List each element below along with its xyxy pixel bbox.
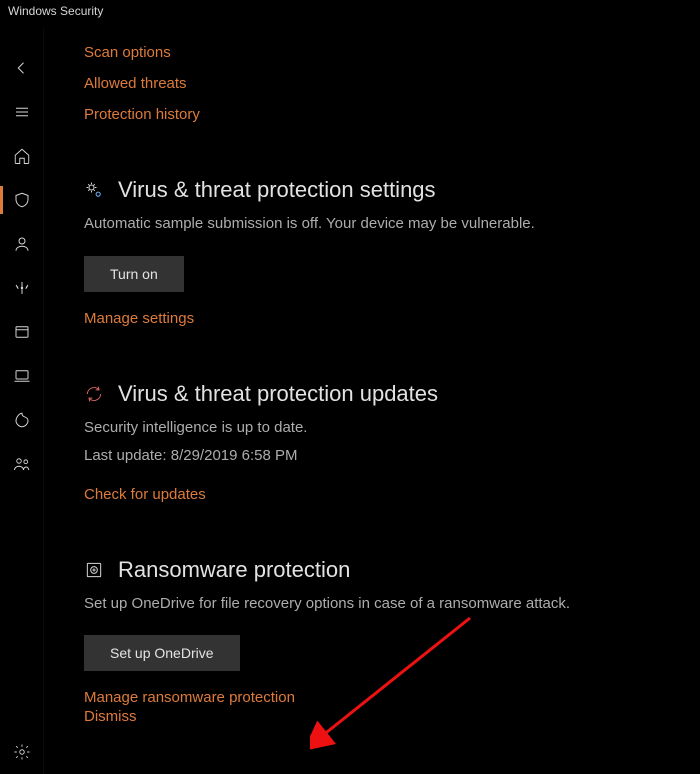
settings-desc: Automatic sample submission is off. Your… bbox=[84, 213, 674, 236]
nav-firewall[interactable] bbox=[0, 266, 44, 310]
back-button[interactable] bbox=[0, 46, 44, 90]
nav-device-performance[interactable] bbox=[0, 398, 44, 442]
section-ransomware: Ransomware protection Set up OneDrive fo… bbox=[84, 557, 674, 726]
nav-account-protection[interactable] bbox=[0, 222, 44, 266]
sidebar bbox=[0, 28, 44, 774]
manage-settings-link[interactable]: Manage settings bbox=[84, 310, 674, 327]
settings-title: Virus & threat protection settings bbox=[118, 177, 436, 203]
main-content: Scan options Allowed threats Protection … bbox=[44, 28, 700, 774]
settings-button[interactable] bbox=[0, 730, 44, 774]
protection-history-link[interactable]: Protection history bbox=[84, 106, 674, 123]
section-updates: Virus & threat protection updates Securi… bbox=[84, 381, 674, 503]
setup-onedrive-button[interactable]: Set up OneDrive bbox=[84, 635, 240, 671]
ransomware-desc: Set up OneDrive for file recovery option… bbox=[84, 593, 674, 616]
dismiss-link[interactable]: Dismiss bbox=[84, 708, 674, 725]
ransomware-title: Ransomware protection bbox=[118, 557, 350, 583]
updates-title: Virus & threat protection updates bbox=[118, 381, 438, 407]
nav-device-security[interactable] bbox=[0, 354, 44, 398]
ransomware-icon bbox=[84, 560, 104, 580]
section-settings: Virus & threat protection settings Autom… bbox=[84, 177, 674, 327]
menu-button[interactable] bbox=[0, 90, 44, 134]
nav-family-options[interactable] bbox=[0, 442, 44, 486]
nav-home[interactable] bbox=[0, 134, 44, 178]
allowed-threats-link[interactable]: Allowed threats bbox=[84, 75, 674, 92]
refresh-icon bbox=[84, 384, 104, 404]
updates-desc1: Security intelligence is up to date. bbox=[84, 417, 674, 440]
settings-gear-icon bbox=[84, 180, 104, 200]
app-frame: Scan options Allowed threats Protection … bbox=[0, 28, 700, 774]
nav-virus-protection[interactable] bbox=[0, 178, 44, 222]
updates-desc2: Last update: 8/29/2019 6:58 PM bbox=[84, 445, 674, 468]
window-title: Windows Security bbox=[0, 0, 700, 28]
check-updates-link[interactable]: Check for updates bbox=[84, 486, 674, 503]
scan-options-link[interactable]: Scan options bbox=[84, 44, 674, 61]
nav-app-browser[interactable] bbox=[0, 310, 44, 354]
turn-on-button[interactable]: Turn on bbox=[84, 256, 184, 292]
manage-ransomware-link[interactable]: Manage ransomware protection bbox=[84, 689, 674, 706]
